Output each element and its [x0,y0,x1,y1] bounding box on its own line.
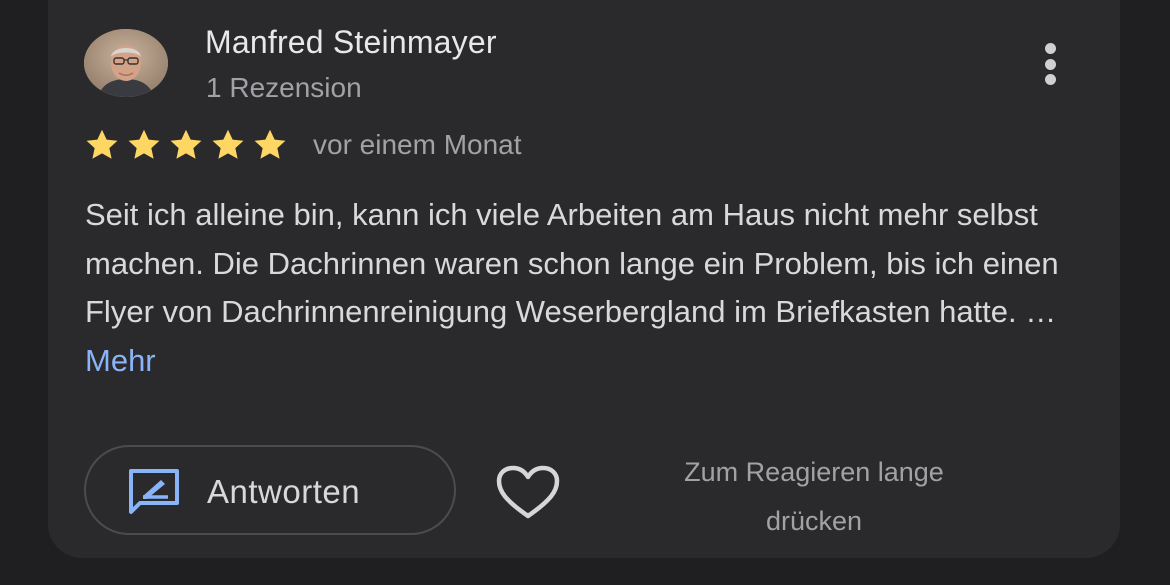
hint-line-1: Zum Reagieren lange [684,457,944,487]
star-rating [84,127,288,163]
review-text: Seit ich alleine bin, kann ich viele Arb… [85,191,1085,385]
star-icon [128,129,160,159]
menu-dot [1044,74,1056,85]
reaction-hint: Zum Reagieren lange drücken [610,448,1018,546]
ellipsis: … [1025,294,1057,329]
star-icon [254,129,286,159]
reply-label: Antworten [207,473,361,510]
menu-dot [1044,43,1056,54]
review-count: 1 Rezension [206,72,362,103]
menu-dot [1044,58,1056,70]
heart-icon[interactable] [495,464,561,520]
reply-button[interactable]: Antworten [84,445,456,535]
avatar-photo [84,29,168,97]
more-vert-icon[interactable] [1028,40,1072,88]
hint-line-2: drücken [765,506,863,536]
review-body: Seit ich alleine bin, kann ich viele Arb… [85,197,1059,329]
review-time: vor einem Monat [313,129,522,160]
star-icon [86,129,118,159]
more-link[interactable]: Mehr [85,343,156,378]
reply-icon [129,469,179,514]
avatar[interactable] [84,29,168,97]
star-icon [212,129,244,159]
author-name[interactable]: Manfred Steinmayer [205,24,497,61]
star-icon [170,129,202,159]
